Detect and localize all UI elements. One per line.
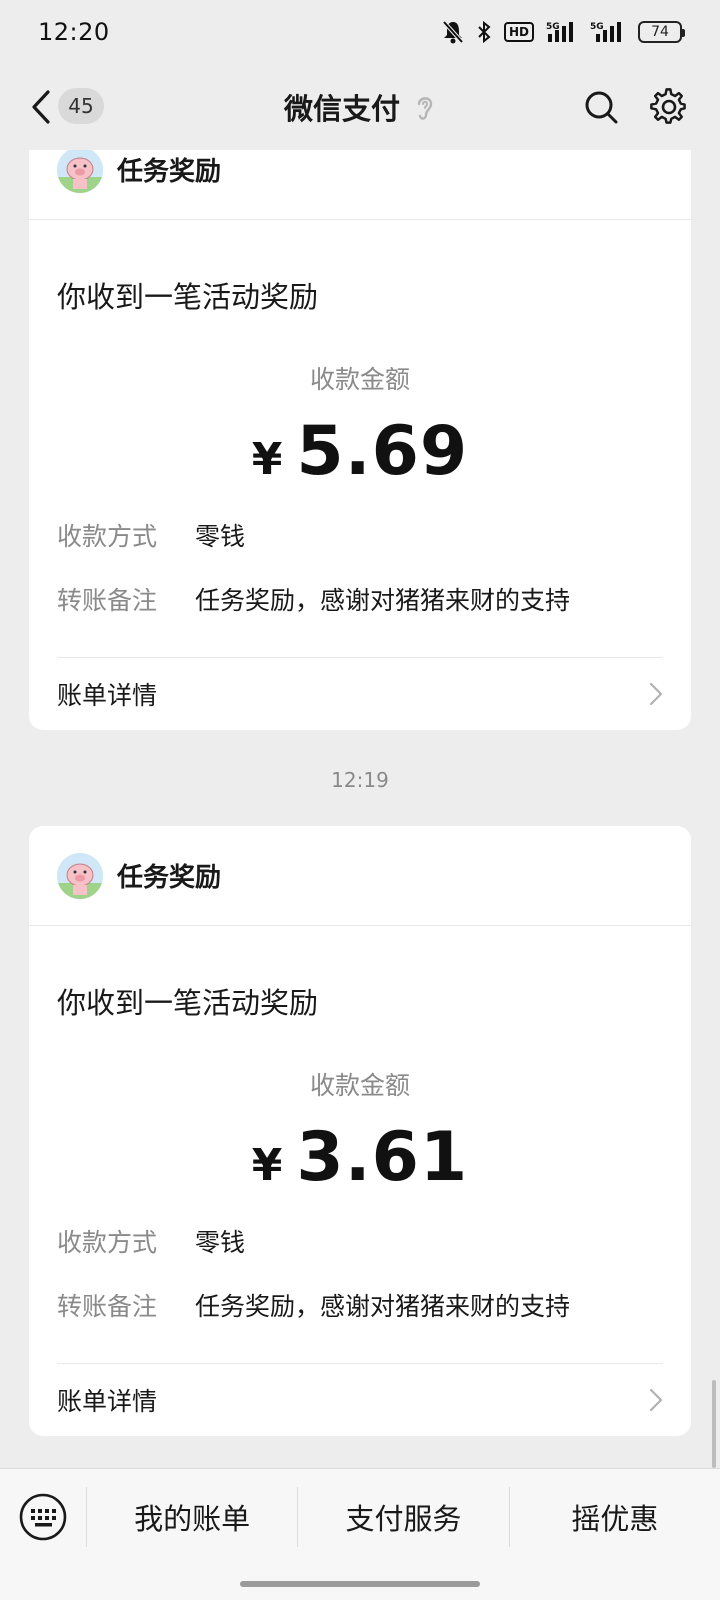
message-timestamp: 12:19 — [331, 768, 389, 792]
bill-detail-link[interactable]: 账单详情 — [57, 1364, 663, 1436]
payment-notice-card[interactable]: 任务奖励 你收到一笔活动奖励 收款金额 ¥ 3.61 收款方式 零钱 转账备注 … — [29, 826, 691, 1436]
notice-title: 你收到一笔活动奖励 — [57, 280, 319, 314]
message-list[interactable]: 任务奖励 你收到一笔活动奖励 收款金额 ¥ 5.69 收款方式 零钱 转账备注 … — [0, 150, 720, 1468]
amount-value: 3.61 — [296, 1118, 469, 1197]
sender-avatar — [57, 852, 103, 899]
info-value: 任务奖励，感谢对猪猪来财的支持 — [195, 1292, 571, 1321]
amount-label: 收款金额 — [309, 365, 410, 394]
search-icon — [585, 91, 618, 124]
search-button[interactable] — [578, 84, 624, 130]
chevron-right-icon — [649, 682, 663, 706]
battery-indicator: 74 — [638, 21, 685, 43]
keyboard-icon — [19, 1493, 67, 1541]
status-bar: 12:20 HD 5G 5G 74 — [0, 0, 720, 64]
info-key: 收款方式 — [57, 1228, 158, 1257]
keyboard-toggle-button[interactable] — [0, 1487, 86, 1547]
sender-avatar — [57, 150, 103, 193]
info-value: 零钱 — [195, 522, 246, 551]
menu-row: 我的账单 支付服务 摇优惠 — [0, 1487, 720, 1547]
amount-value: 5.69 — [296, 412, 469, 491]
info-value: 任务奖励，感谢对猪猪来财的支持 — [195, 586, 571, 615]
signal-5g-icon: 5G — [590, 20, 626, 44]
currency-symbol: ¥ — [251, 434, 283, 485]
status-icons: HD 5G 5G 74 — [442, 20, 685, 44]
chevron-right-icon — [649, 1388, 663, 1412]
info-row-payment-method: 收款方式 零钱 — [57, 517, 663, 553]
signal-5g-icon: 5G — [546, 20, 578, 44]
hd-icon: HD — [503, 22, 534, 42]
menu-my-bills[interactable]: 我的账单 — [86, 1487, 297, 1547]
card-body: 你收到一笔活动奖励 收款金额 ¥ 3.61 收款方式 零钱 转账备注 任务奖励，… — [29, 980, 691, 1436]
info-row-payment-method: 收款方式 零钱 — [57, 1223, 663, 1259]
sender-name: 任务奖励 — [117, 157, 222, 187]
ear-icon — [414, 92, 436, 122]
scrollbar[interactable] — [712, 1380, 716, 1468]
card-header: 任务奖励 — [29, 150, 691, 220]
amount-row: ¥ 5.69 — [57, 412, 663, 491]
wechat-pay-chat-screen: 12:20 HD 5G 5G 74 45 微信支付 任务奖励 你收到一笔活动奖励… — [0, 0, 720, 1600]
info-row-transfer-note: 转账备注 任务奖励，感谢对猪猪来财的支持 — [57, 1287, 663, 1323]
info-row-transfer-note: 转账备注 任务奖励，感谢对猪猪来财的支持 — [57, 581, 663, 617]
amount-row: ¥ 3.61 — [57, 1118, 663, 1197]
mute-icon — [442, 20, 464, 44]
status-time: 12:20 — [38, 18, 110, 46]
info-key: 转账备注 — [57, 1292, 158, 1321]
unread-count-badge[interactable]: 45 — [58, 88, 104, 124]
bill-detail-link[interactable]: 账单详情 — [57, 658, 663, 730]
bill-detail-label: 账单详情 — [57, 1387, 158, 1416]
info-key: 转账备注 — [57, 586, 158, 615]
bottom-menu-bar: 我的账单 支付服务 摇优惠 — [0, 1468, 720, 1600]
bluetooth-icon — [476, 20, 492, 44]
settings-icon — [650, 88, 686, 124]
back-button[interactable] — [22, 84, 60, 130]
menu-shake-offers[interactable]: 摇优惠 — [508, 1487, 720, 1547]
card-body: 你收到一笔活动奖励 收款金额 ¥ 5.69 收款方式 零钱 转账备注 任务奖励，… — [29, 274, 691, 730]
currency-symbol: ¥ — [251, 1140, 283, 1191]
menu-payment-services[interactable]: 支付服务 — [297, 1487, 508, 1547]
bill-detail-label: 账单详情 — [57, 681, 158, 710]
sender-name: 任务奖励 — [117, 863, 222, 893]
card-header: 任务奖励 — [29, 826, 691, 926]
amount-label: 收款金额 — [309, 1071, 410, 1100]
svg-text:5G: 5G — [590, 22, 604, 32]
notice-title: 你收到一笔活动奖励 — [57, 986, 319, 1020]
home-indicator[interactable] — [240, 1581, 480, 1587]
info-key: 收款方式 — [57, 522, 158, 551]
nav-bar: 45 微信支付 — [0, 64, 720, 150]
info-value: 零钱 — [195, 1228, 246, 1257]
page-title: 微信支付 — [283, 92, 400, 126]
payment-notice-card[interactable]: 任务奖励 你收到一笔活动奖励 收款金额 ¥ 5.69 收款方式 零钱 转账备注 … — [29, 150, 691, 730]
settings-button[interactable] — [646, 84, 692, 130]
back-icon — [32, 90, 50, 124]
